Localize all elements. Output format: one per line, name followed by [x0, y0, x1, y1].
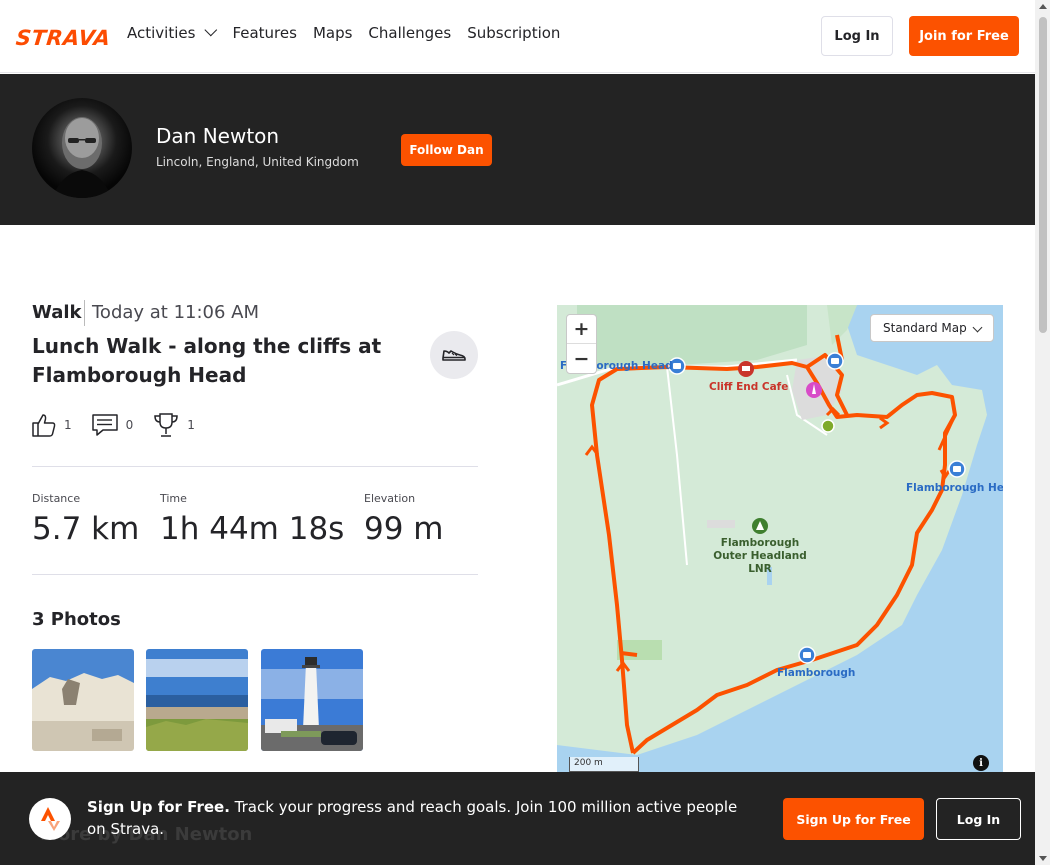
photo-marker[interactable] — [826, 352, 844, 370]
map-style-select[interactable]: Standard Map — [870, 314, 994, 342]
stat-elevation: Elevation 99 m — [364, 492, 444, 547]
signup-message: Sign Up for Free. Track your progress an… — [87, 796, 757, 840]
follow-button[interactable]: Follow Dan — [401, 134, 492, 166]
strava-app-icon — [29, 798, 71, 840]
nav-features[interactable]: Features — [232, 24, 297, 42]
join-button[interactable]: Join for Free — [909, 16, 1019, 56]
top-nav: STRAVA Activities Features Maps Challeng… — [0, 0, 1035, 73]
map-label-outer-headland: Flamborough Outer Headland LNR — [713, 537, 807, 575]
stat-value: 1h 44m 18s — [160, 511, 345, 547]
stat-label: Time — [160, 492, 187, 505]
shoe-icon — [442, 350, 466, 361]
photos-heading: 3 Photos — [32, 609, 121, 630]
avatar-portrait — [52, 117, 112, 198]
zoom-in-button[interactable]: + — [567, 315, 596, 344]
signup-bold: Sign Up for Free. — [87, 798, 230, 816]
map-label-flamborough-head-east: Flamborough Head — [906, 482, 1003, 494]
athlete-location: Lincoln, England, United Kingdom — [156, 155, 359, 169]
strava-logo[interactable]: STRAVA — [15, 26, 112, 50]
trophy-icon — [154, 413, 179, 437]
map-style-value: Standard Map — [883, 321, 967, 335]
stat-value: 5.7 km — [32, 511, 140, 547]
stat-label: Distance — [32, 492, 81, 505]
nav-subscription[interactable]: Subscription — [467, 24, 560, 42]
nav-challenges[interactable]: Challenges — [368, 24, 451, 42]
stat-time: Time 1h 44m 18s — [160, 492, 344, 547]
login-button[interactable]: Log In — [821, 16, 893, 56]
nav-maps[interactable]: Maps — [313, 24, 352, 42]
achievements-button[interactable]: 1 — [153, 412, 195, 438]
athlete-name[interactable]: Dan Newton — [156, 124, 279, 148]
nav-activities-label: Activities — [127, 24, 196, 42]
signup-banner: More by Dan Newton Sign Up for Free. Tra… — [0, 772, 1035, 865]
activity-title: Lunch Walk - along the cliffs at Flambor… — [32, 334, 382, 387]
stat-label: Elevation — [364, 492, 416, 505]
comments-count: 0 — [125, 418, 134, 432]
kudos-button[interactable]: 1 — [32, 412, 72, 438]
info-icon[interactable]: i — [973, 755, 989, 771]
page-scrollbar[interactable] — [1035, 0, 1050, 865]
nav-activities[interactable]: Activities — [127, 23, 218, 42]
photo-marker[interactable] — [948, 460, 966, 478]
zoom-out-button[interactable]: − — [567, 344, 596, 373]
photo-thumbnail[interactable] — [32, 649, 134, 751]
stat-distance: Distance 5.7 km — [32, 492, 139, 547]
signup-login-button[interactable]: Log In — [936, 798, 1021, 840]
photo-thumbnail[interactable] — [146, 649, 248, 751]
chevron-down-icon — [204, 23, 218, 36]
zoom-controls: + − — [566, 314, 597, 374]
stats-divider-top — [32, 466, 478, 467]
chevron-down-icon — [972, 322, 983, 333]
scroll-thumb[interactable] — [1039, 17, 1047, 333]
scroll-down-arrow-icon[interactable] — [1039, 856, 1047, 861]
photo-thumbnail[interactable] — [261, 649, 363, 751]
signup-button[interactable]: Sign Up for Free — [783, 798, 924, 840]
social-actions: 1 0 1 — [32, 412, 215, 438]
avatar[interactable] — [32, 98, 132, 198]
strava-chevron-icon — [41, 807, 60, 831]
photo-marker[interactable] — [798, 646, 816, 664]
comments-button[interactable]: 0 — [91, 412, 134, 438]
map-label-flamborough: Flamborough — [777, 667, 856, 679]
comment-icon — [91, 414, 118, 436]
kudos-count: 1 — [64, 418, 72, 432]
activity-time: Today at 11:06 AM — [92, 302, 260, 323]
athlete-banner: Dan Newton Lincoln, England, United King… — [0, 74, 1035, 225]
stat-value: 99 m — [364, 511, 444, 547]
nav-links: Activities Features Maps Challenges Subs… — [127, 23, 576, 42]
map-label-cliff-end-cafe: Cliff End Cafe — [709, 381, 789, 393]
map-scale-bar: 200 m — [569, 757, 639, 772]
activity-type-divider — [84, 300, 85, 326]
scroll-up-arrow-icon[interactable] — [1039, 4, 1047, 9]
achievements-count: 1 — [187, 418, 195, 432]
route-map[interactable]: Flamborough Head Cliff End Cafe Flamboro… — [557, 305, 1003, 773]
activity-type: Walk — [32, 302, 82, 323]
gear-shoe-button[interactable] — [430, 331, 478, 379]
thumbs-up-icon — [32, 414, 56, 437]
stats-divider-bottom — [32, 574, 478, 575]
